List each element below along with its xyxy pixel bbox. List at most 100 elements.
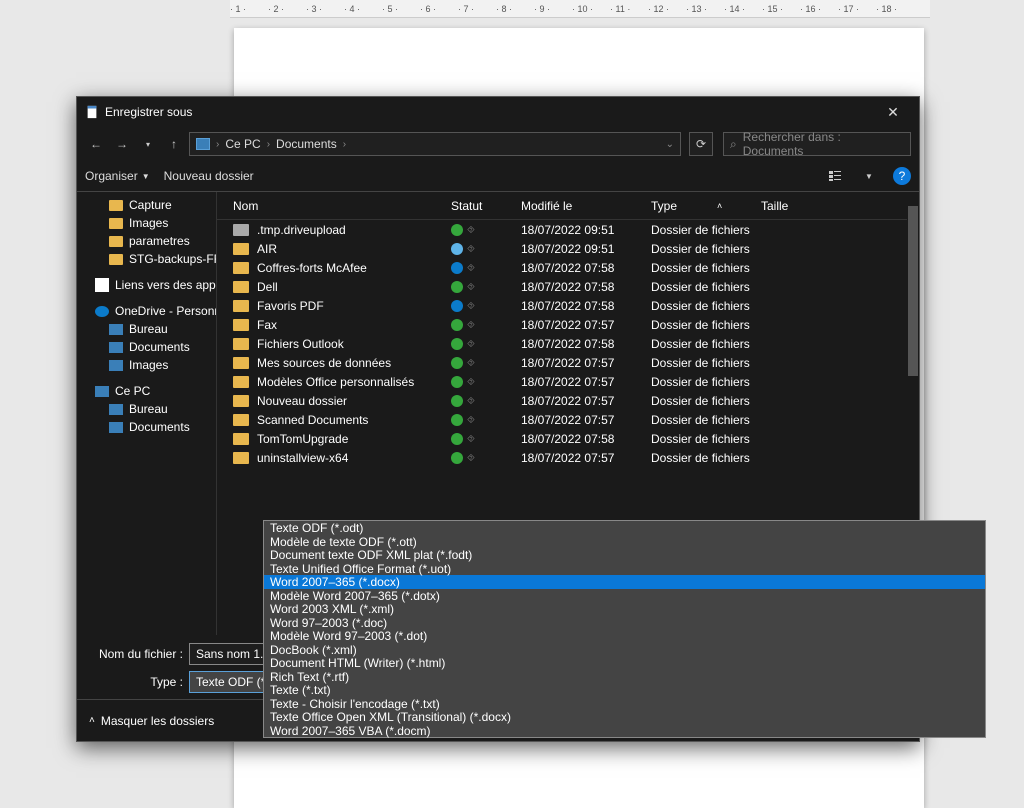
save-as-dialog: Enregistrer sous ✕ ← → ▾ ↑ › Ce PC › Doc… — [76, 96, 920, 742]
file-status: ⯑ — [451, 243, 521, 255]
path-dropdown-icon[interactable]: ⌄ — [666, 139, 674, 150]
type-option[interactable]: Word 97–2003 (*.doc) — [264, 616, 985, 630]
path-breadcrumb[interactable]: › Ce PC › Documents › ⌄ — [189, 132, 681, 156]
file-type: Dossier de fichiers — [651, 242, 791, 256]
recent-dropdown[interactable]: ▾ — [137, 133, 159, 155]
sidebar-item-label: Liens vers des applications — [115, 278, 217, 292]
sidebar-item[interactable]: Documents — [77, 338, 216, 356]
folder-icon — [233, 319, 249, 331]
folder-icon — [233, 395, 249, 407]
file-modified: 18/07/2022 07:57 — [521, 356, 651, 370]
view-dropdown[interactable]: ▼ — [859, 166, 879, 186]
folder-icon — [233, 414, 249, 426]
folder-icon — [233, 281, 249, 293]
file-row[interactable]: Favoris PDF⯑18/07/2022 07:58Dossier de f… — [217, 296, 907, 315]
type-option[interactable]: DocBook (*.xml) — [264, 643, 985, 657]
sidebar-item[interactable]: Bureau — [77, 400, 216, 418]
hide-folders-toggle[interactable]: ˄ Masquer les dossiers — [89, 714, 214, 728]
sidebar-item[interactable]: STG-backups-FF — [77, 250, 216, 268]
sidebar-item[interactable]: Capture — [77, 196, 216, 214]
file-row[interactable]: Coffres-forts McAfee⯑18/07/2022 07:58Dos… — [217, 258, 907, 277]
type-option[interactable]: Texte Unified Office Format (*.uot) — [264, 562, 985, 576]
file-row[interactable]: .tmp.driveupload⯑18/07/2022 09:51Dossier… — [217, 220, 907, 239]
file-row[interactable]: uninstallview-x64⯑18/07/2022 07:57Dossie… — [217, 448, 907, 467]
organise-button[interactable]: Organiser ▼ — [85, 169, 150, 183]
sidebar-item[interactable]: Bureau — [77, 320, 216, 338]
type-dropdown-list: Texte ODF (*.odt)Modèle de texte ODF (*.… — [263, 520, 986, 738]
navigation-sidebar: CaptureImagesparametresSTG-backups-FFLie… — [77, 192, 217, 635]
view-mode-button[interactable] — [825, 166, 845, 186]
file-type: Dossier de fichiers — [651, 451, 791, 465]
status-icon — [451, 338, 463, 350]
sidebar-item[interactable]: Liens vers des applications — [77, 276, 216, 294]
file-row[interactable]: Mes sources de données⯑18/07/2022 07:57D… — [217, 353, 907, 372]
type-option[interactable]: Texte - Choisir l'encodage (*.txt) — [264, 697, 985, 711]
sidebar-item[interactable]: Images — [77, 214, 216, 232]
new-folder-button[interactable]: Nouveau dossier — [164, 169, 254, 183]
back-button[interactable]: ← — [85, 133, 107, 155]
file-row[interactable]: Modèles Office personnalisés⯑18/07/2022 … — [217, 372, 907, 391]
file-row[interactable]: AIR⯑18/07/2022 09:51Dossier de fichiers — [217, 239, 907, 258]
type-option[interactable]: Rich Text (*.rtf) — [264, 670, 985, 684]
file-modified: 18/07/2022 09:51 — [521, 242, 651, 256]
sidebar-item[interactable]: OneDrive - Personnel — [77, 302, 216, 320]
col-name[interactable]: Nom — [217, 199, 451, 213]
file-row[interactable]: TomTomUpgrade⯑18/07/2022 07:58Dossier de… — [217, 429, 907, 448]
forward-button[interactable]: → — [111, 133, 133, 155]
status-icon — [451, 414, 463, 426]
col-size[interactable]: Taille — [761, 199, 831, 213]
sort-asc-icon: ˄ — [717, 201, 722, 211]
chevron-up-icon: ˄ — [89, 715, 95, 726]
sidebar-item-label: Bureau — [129, 322, 168, 336]
search-input[interactable]: ⌕ Rechercher dans : Documents — [723, 132, 911, 156]
up-button[interactable]: ↑ — [163, 133, 185, 155]
col-modified[interactable]: Modifié le — [521, 199, 651, 213]
sidebar-item[interactable]: Documents — [77, 418, 216, 436]
file-name: Fichiers Outlook — [257, 337, 451, 351]
col-type[interactable]: Type ˄ — [651, 199, 761, 213]
person-icon: ⯑ — [467, 396, 477, 406]
help-button[interactable]: ? — [893, 167, 911, 185]
sidebar-item-label: Images — [129, 358, 168, 372]
status-icon — [451, 243, 463, 255]
type-option[interactable]: Word 2003 XML (*.xml) — [264, 602, 985, 616]
cloud-icon — [95, 306, 109, 317]
folder-icon — [233, 224, 249, 236]
type-option[interactable]: Word 2007–365 (*.docx) — [264, 575, 985, 589]
status-icon — [451, 433, 463, 445]
sidebar-item-label: OneDrive - Personnel — [115, 304, 217, 318]
hide-folders-label: Masquer les dossiers — [101, 714, 214, 728]
file-type: Dossier de fichiers — [651, 413, 791, 427]
file-row[interactable]: Fax⯑18/07/2022 07:57Dossier de fichiers — [217, 315, 907, 334]
pc-icon — [95, 386, 109, 397]
type-option[interactable]: Document HTML (Writer) (*.html) — [264, 656, 985, 670]
close-button[interactable]: ✕ — [875, 104, 911, 121]
scroll-thumb[interactable] — [908, 206, 918, 376]
col-status[interactable]: Statut — [451, 199, 521, 213]
refresh-button[interactable]: ⟳ — [689, 132, 713, 156]
status-icon — [451, 452, 463, 464]
file-row[interactable]: Fichiers Outlook⯑18/07/2022 07:58Dossier… — [217, 334, 907, 353]
file-status: ⯑ — [451, 224, 521, 236]
file-row[interactable]: Nouveau dossier⯑18/07/2022 07:57Dossier … — [217, 391, 907, 410]
type-option[interactable]: Texte (*.txt) — [264, 683, 985, 697]
type-option[interactable]: Document texte ODF XML plat (*.fodt) — [264, 548, 985, 562]
path-folder[interactable]: Documents — [276, 137, 337, 151]
type-option[interactable]: Modèle Word 97–2003 (*.dot) — [264, 629, 985, 643]
type-option[interactable]: Modèle de texte ODF (*.ott) — [264, 535, 985, 549]
type-option[interactable]: Texte ODF (*.odt) — [264, 521, 985, 535]
file-type: Dossier de fichiers — [651, 280, 791, 294]
type-option[interactable]: Texte Office Open XML (Transitional) (*.… — [264, 710, 985, 724]
type-option[interactable]: Modèle Word 2007–365 (*.dotx) — [264, 589, 985, 603]
sidebar-item-label: Documents — [129, 340, 190, 354]
sidebar-item[interactable]: Images — [77, 356, 216, 374]
sidebar-item-label: Bureau — [129, 402, 168, 416]
sidebar-item[interactable]: Ce PC — [77, 382, 216, 400]
file-row[interactable]: Scanned Documents⯑18/07/2022 07:57Dossie… — [217, 410, 907, 429]
type-option[interactable]: Word 2007–365 VBA (*.docm) — [264, 724, 985, 738]
sidebar-item[interactable]: parametres — [77, 232, 216, 250]
path-root[interactable]: Ce PC — [225, 137, 260, 151]
file-row[interactable]: Dell⯑18/07/2022 07:58Dossier de fichiers — [217, 277, 907, 296]
sidebar-item-label: Capture — [129, 198, 172, 212]
person-icon: ⯑ — [467, 282, 477, 292]
